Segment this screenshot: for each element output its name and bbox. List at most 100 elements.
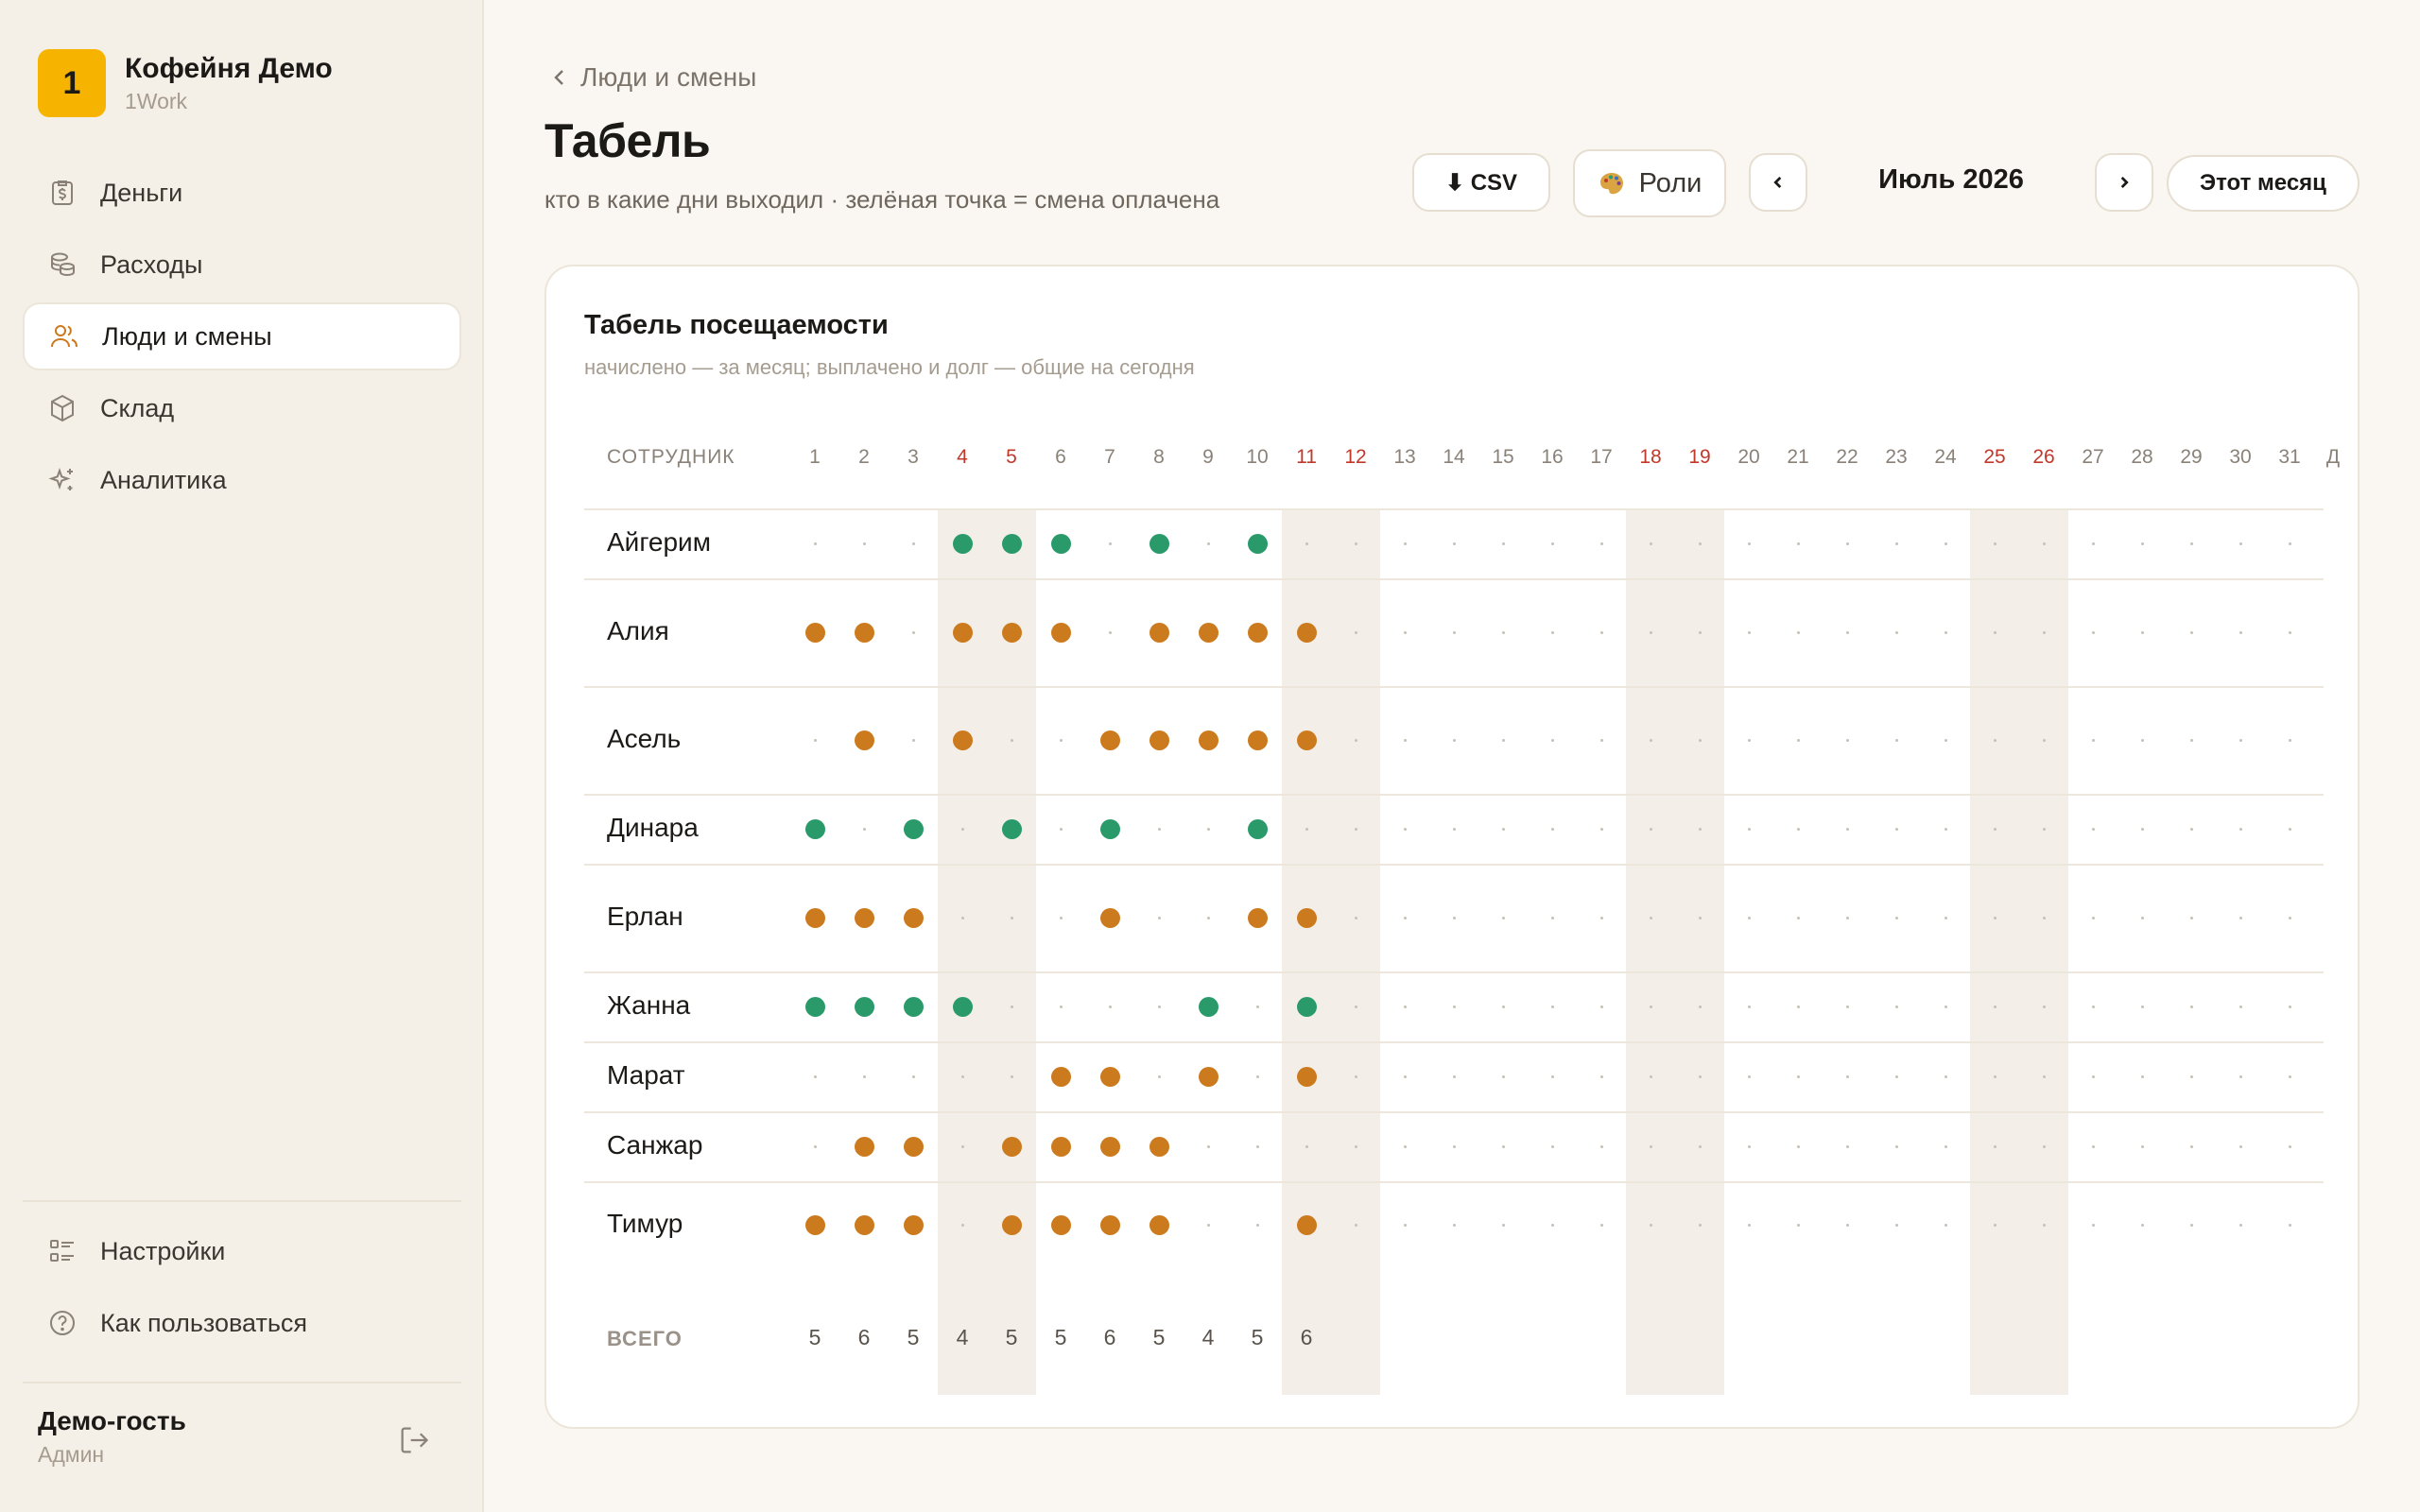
day-cell[interactable] <box>1724 993 1773 1020</box>
day-cell[interactable] <box>1478 904 1528 931</box>
day-cell[interactable] <box>1085 619 1134 645</box>
day-cell[interactable] <box>987 530 1036 557</box>
day-cell[interactable] <box>1724 1133 1773 1160</box>
day-cell[interactable] <box>2216 1063 2265 1090</box>
day-cell[interactable] <box>2068 904 2118 931</box>
day-cell[interactable] <box>1331 727 1380 753</box>
employee-name[interactable]: Асель <box>607 724 681 754</box>
sidebar-item-money[interactable]: Деньги <box>23 159 461 227</box>
day-cell[interactable] <box>1528 727 1577 753</box>
day-cell[interactable] <box>1380 530 1429 557</box>
day-cell[interactable] <box>1036 1211 1085 1238</box>
day-cell[interactable] <box>1872 530 1921 557</box>
day-cell[interactable] <box>1970 619 2019 645</box>
day-cell[interactable] <box>1380 816 1429 842</box>
day-cell[interactable] <box>1872 727 1921 753</box>
day-cell[interactable] <box>1773 904 1823 931</box>
day-cell[interactable] <box>2019 530 2068 557</box>
day-cell[interactable] <box>1823 816 1872 842</box>
day-cell[interactable] <box>1282 1133 1331 1160</box>
day-cell[interactable] <box>2216 993 2265 1020</box>
day-cell[interactable] <box>1429 1133 1478 1160</box>
day-cell[interactable] <box>1970 1133 2019 1160</box>
day-cell[interactable] <box>1331 816 1380 842</box>
sidebar-item-expenses[interactable]: Расходы <box>23 231 461 299</box>
day-cell[interactable] <box>1577 1211 1626 1238</box>
day-cell[interactable] <box>2167 1133 2216 1160</box>
day-cell[interactable] <box>987 727 1036 753</box>
day-cell[interactable] <box>938 1211 987 1238</box>
day-cell[interactable] <box>1921 816 1970 842</box>
day-cell[interactable] <box>1233 816 1282 842</box>
day-cell[interactable] <box>1773 816 1823 842</box>
next-month-button[interactable] <box>2095 153 2153 212</box>
day-cell[interactable] <box>1921 619 1970 645</box>
day-cell[interactable] <box>2167 530 2216 557</box>
day-cell[interactable] <box>1331 530 1380 557</box>
day-cell[interactable] <box>1478 1211 1528 1238</box>
day-cell[interactable] <box>1331 619 1380 645</box>
day-cell[interactable] <box>1872 816 1921 842</box>
day-cell[interactable] <box>1429 727 1478 753</box>
day-cell[interactable] <box>1331 1063 1380 1090</box>
day-cell[interactable] <box>790 727 839 753</box>
day-cell[interactable] <box>1675 1063 1724 1090</box>
day-cell[interactable] <box>1970 1211 2019 1238</box>
day-cell[interactable] <box>1036 993 1085 1020</box>
day-cell[interactable] <box>889 530 938 557</box>
day-cell[interactable] <box>1970 993 2019 1020</box>
day-cell[interactable] <box>1528 619 1577 645</box>
day-cell[interactable] <box>839 904 889 931</box>
day-cell[interactable] <box>2265 904 2314 931</box>
day-cell[interactable] <box>1233 530 1282 557</box>
employee-name[interactable]: Алия <box>607 616 669 646</box>
day-cell[interactable] <box>2118 1133 2167 1160</box>
day-cell[interactable] <box>1626 993 1675 1020</box>
day-cell[interactable] <box>889 727 938 753</box>
day-cell[interactable] <box>1036 727 1085 753</box>
day-cell[interactable] <box>1773 530 1823 557</box>
day-cell[interactable] <box>2265 993 2314 1020</box>
day-cell[interactable] <box>790 1133 839 1160</box>
day-cell[interactable] <box>1724 530 1773 557</box>
day-cell[interactable] <box>1429 619 1478 645</box>
day-cell[interactable] <box>889 1063 938 1090</box>
day-cell[interactable] <box>1380 904 1429 931</box>
day-cell[interactable] <box>1134 727 1184 753</box>
sidebar-item-people-shifts[interactable]: Люди и смены <box>23 302 461 370</box>
day-cell[interactable] <box>1823 1063 1872 1090</box>
day-cell[interactable] <box>1773 727 1823 753</box>
day-cell[interactable] <box>1626 1211 1675 1238</box>
day-cell[interactable] <box>1872 993 1921 1020</box>
day-cell[interactable] <box>1233 619 1282 645</box>
sidebar-item-help[interactable]: Как пользоваться <box>23 1289 461 1357</box>
day-cell[interactable] <box>1823 904 1872 931</box>
day-cell[interactable] <box>1626 530 1675 557</box>
day-cell[interactable] <box>2019 727 2068 753</box>
day-cell[interactable] <box>1921 904 1970 931</box>
day-cell[interactable] <box>839 816 889 842</box>
day-cell[interactable] <box>2216 727 2265 753</box>
employee-name[interactable]: Марат <box>607 1060 685 1091</box>
day-cell[interactable] <box>1626 904 1675 931</box>
day-cell[interactable] <box>2216 1211 2265 1238</box>
day-cell[interactable] <box>1331 1133 1380 1160</box>
day-cell[interactable] <box>1478 1063 1528 1090</box>
day-cell[interactable] <box>790 816 839 842</box>
prev-month-button[interactable] <box>1749 153 1807 212</box>
day-cell[interactable] <box>1282 816 1331 842</box>
day-cell[interactable] <box>1478 530 1528 557</box>
day-cell[interactable] <box>1675 1133 1724 1160</box>
employee-name[interactable]: Санжар <box>607 1130 702 1160</box>
day-cell[interactable] <box>889 993 938 1020</box>
day-cell[interactable] <box>2019 904 2068 931</box>
day-cell[interactable] <box>1577 1133 1626 1160</box>
day-cell[interactable] <box>2265 619 2314 645</box>
roles-button[interactable]: Роли <box>1573 149 1726 217</box>
day-cell[interactable] <box>1134 993 1184 1020</box>
day-cell[interactable] <box>938 993 987 1020</box>
day-cell[interactable] <box>2068 1063 2118 1090</box>
day-cell[interactable] <box>2265 727 2314 753</box>
day-cell[interactable] <box>1478 1133 1528 1160</box>
day-cell[interactable] <box>987 993 1036 1020</box>
